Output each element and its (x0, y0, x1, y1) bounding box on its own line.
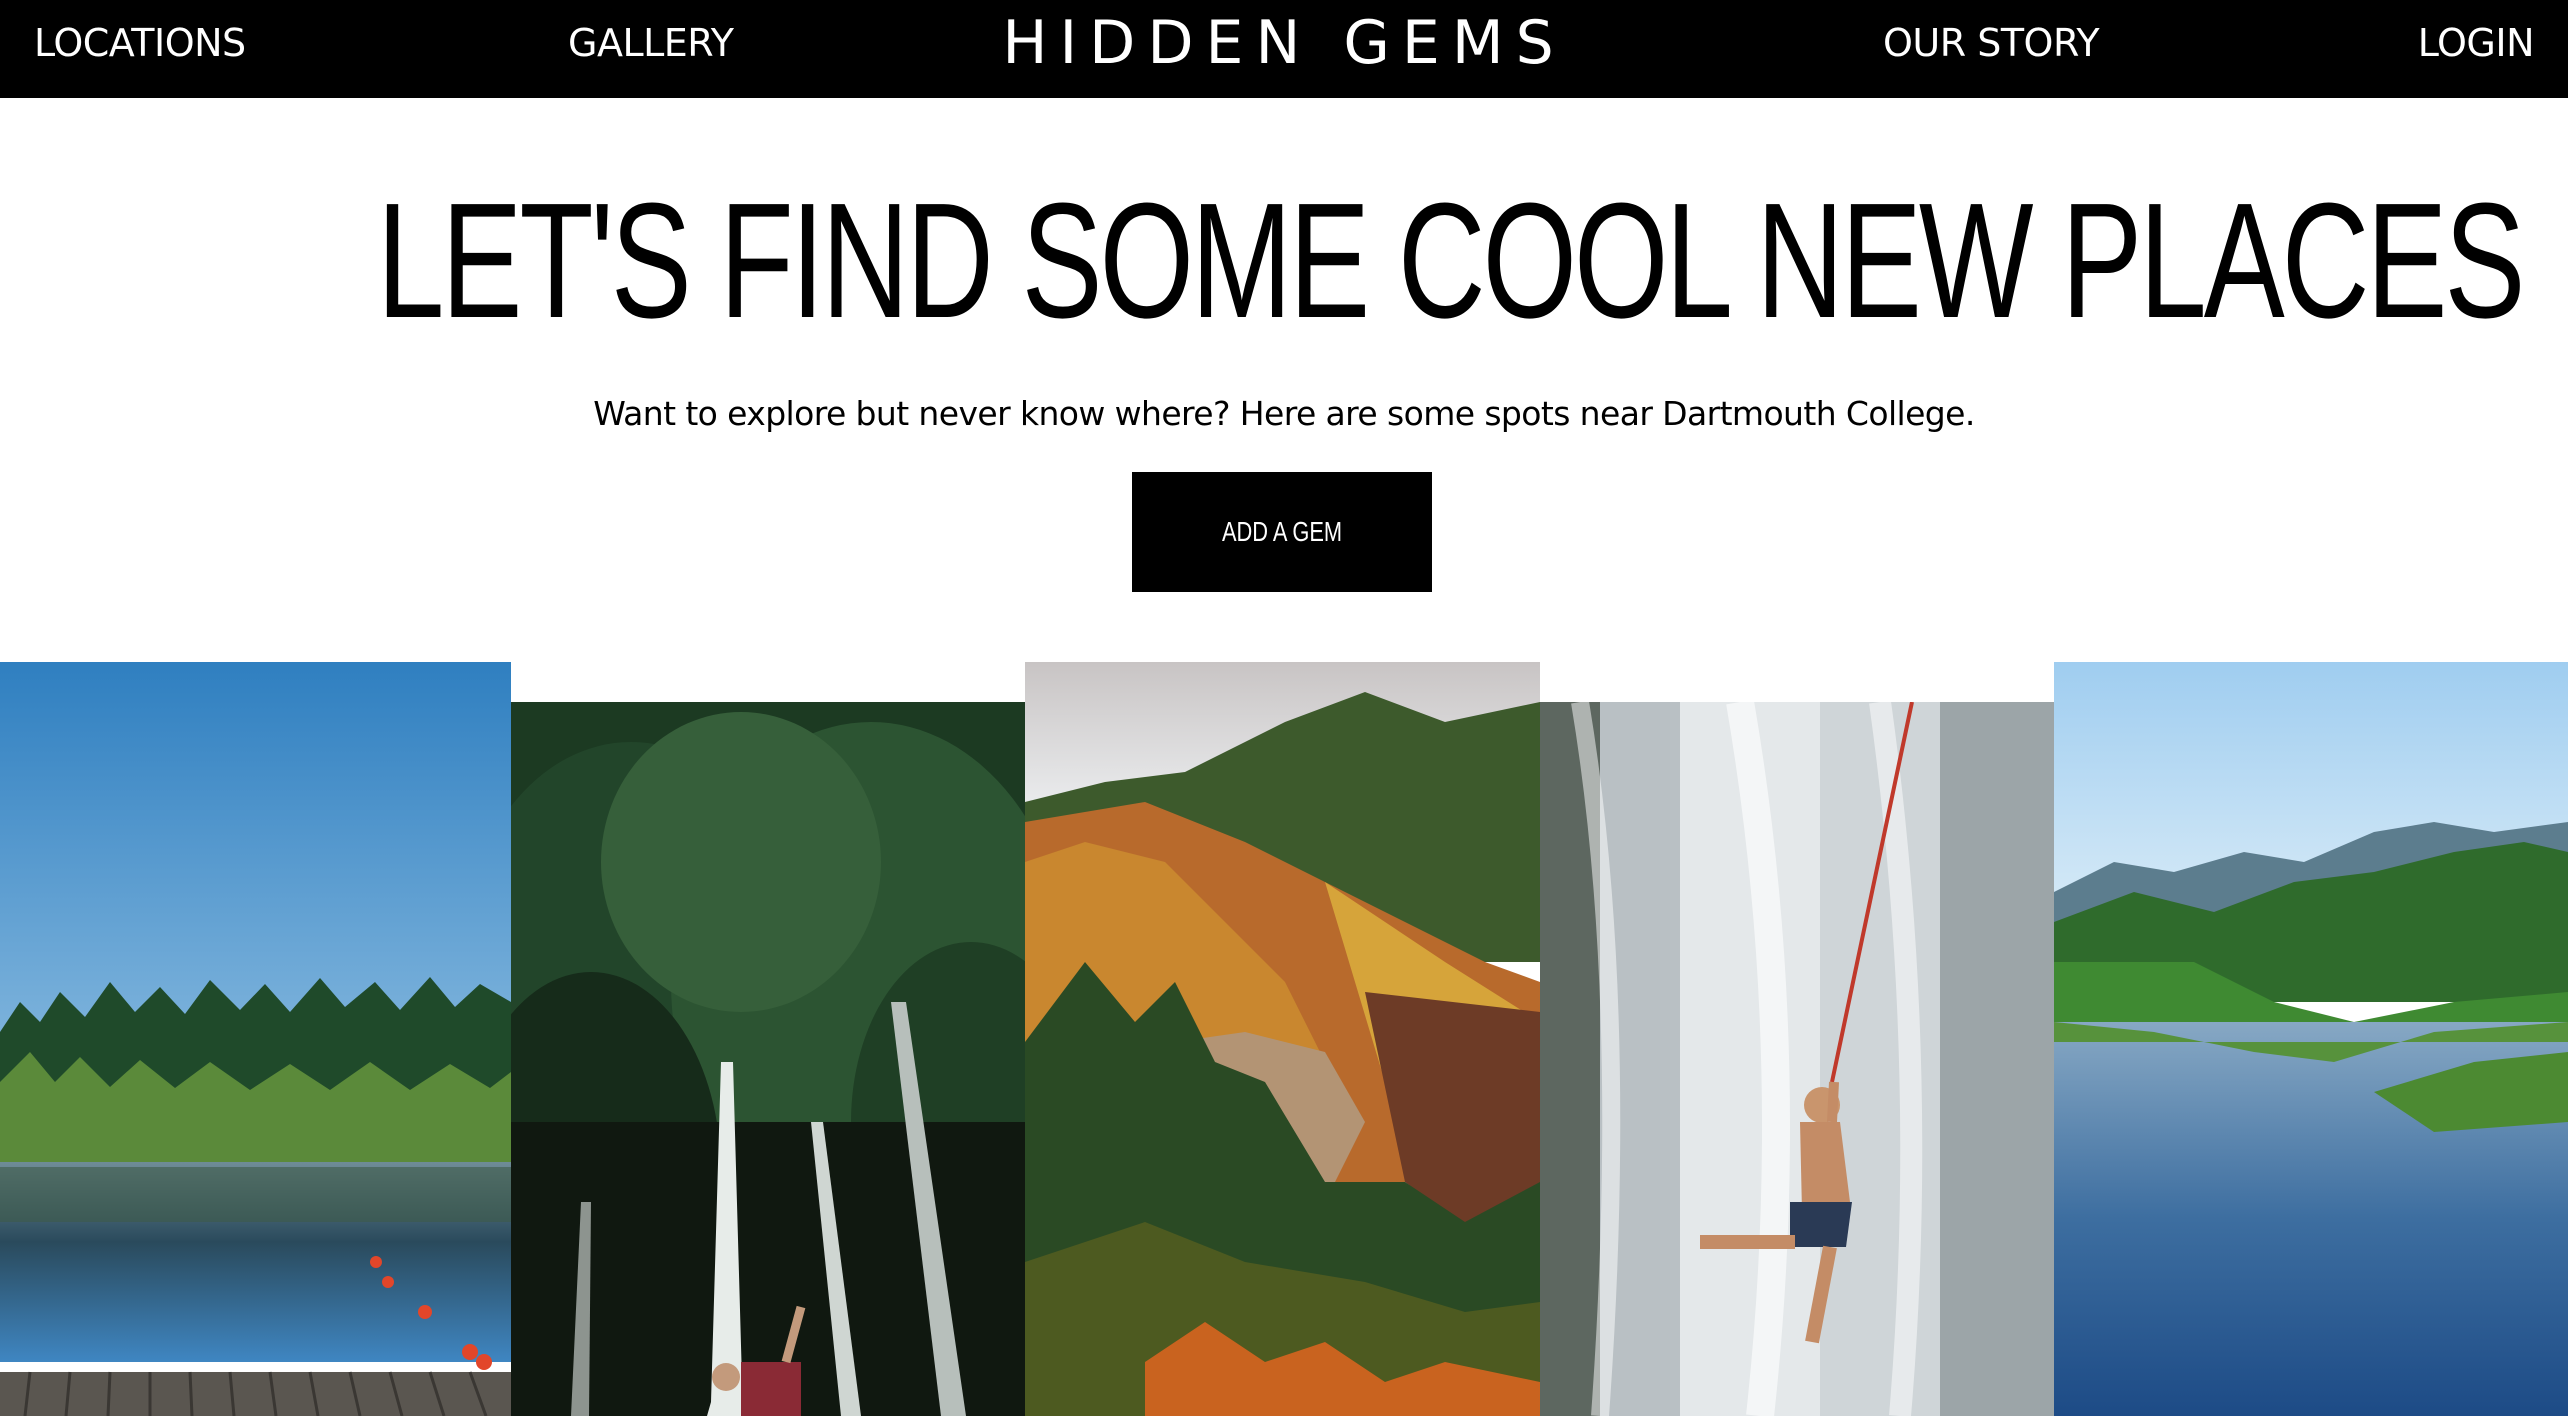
waterfall-photo-image (1540, 702, 2054, 1416)
add-a-gem-button[interactable]: ADD A GEM (1132, 472, 1432, 592)
gallery-photo-forest[interactable] (511, 702, 1025, 1416)
gallery-photo-lake[interactable] (0, 662, 511, 1416)
gallery-photo-waterfall[interactable] (1540, 702, 2054, 1416)
river-photo-image (2054, 662, 2568, 1416)
forest-photo-image (511, 702, 1025, 1416)
hero-title: LET'S FIND SOME COOL NEW PLACES (0, 176, 2568, 346)
brand-logo-text[interactable]: HIDDEN GEMS (0, 8, 2568, 78)
add-a-gem-button-label: ADD A GEM (1221, 516, 1343, 547)
hero-title-text: LET'S FIND SOME COOL NEW PLACES (376, 169, 2525, 352)
hero-subtitle: Want to explore but never know where? He… (593, 394, 1975, 433)
gallery-photo-mountain[interactable] (1025, 662, 1540, 1416)
lake-photo-image (0, 662, 511, 1416)
nav-link-our-story[interactable]: OUR STORY (1883, 18, 2100, 68)
nav-link-login[interactable]: LOGIN (2418, 18, 2535, 68)
gallery-photo-river[interactable] (2054, 662, 2568, 1416)
mountain-photo-image (1025, 662, 1540, 1416)
top-navbar: LOCATIONS GALLERY HIDDEN GEMS OUR STORY … (0, 0, 2568, 98)
